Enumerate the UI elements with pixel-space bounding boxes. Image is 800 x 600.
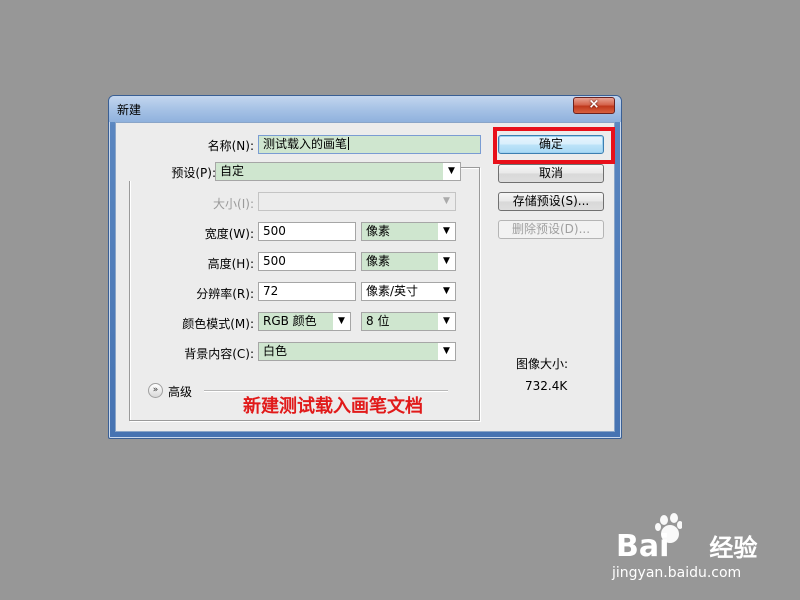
height-label: 高度(H): — [207, 257, 254, 271]
name-field[interactable]: 测试载入的画笔 — [258, 135, 481, 154]
width-label: 宽度(W): — [204, 227, 254, 241]
save-preset-button[interactable]: 存储预设(S)... — [498, 192, 604, 211]
bit-depth-value: 8 位 — [366, 314, 390, 328]
advanced-label[interactable]: 高级 — [168, 383, 192, 400]
preset-value: 自定 — [220, 164, 245, 178]
color-mode-label: 颜色模式(M): — [182, 317, 254, 331]
chevron-down-icon: ▼ — [333, 313, 350, 330]
watermark-brand-text: Bai — [616, 529, 670, 564]
chevron-down-icon: ▼ — [438, 343, 455, 360]
width-unit-value: 像素 — [366, 224, 391, 238]
width-unit-dropdown[interactable]: 像素 ▼ — [361, 222, 456, 241]
background-contents-value: 白色 — [263, 344, 288, 358]
resolution-unit-dropdown[interactable]: 像素/英寸 ▼ — [361, 282, 456, 301]
preset-dropdown[interactable]: 自定 ▼ — [215, 162, 461, 181]
chevron-down-icon: ▼ — [438, 253, 455, 270]
name-label: 名称(N): — [207, 139, 254, 153]
preset-label: 预设(P): — [116, 164, 216, 181]
resolution-input[interactable]: 72 — [258, 282, 356, 301]
watermark-url: jingyan.baidu.com — [612, 565, 742, 581]
bit-depth-dropdown[interactable]: 8 位 ▼ — [361, 312, 456, 331]
background-contents-label: 背景内容(C): — [184, 347, 254, 361]
size-dropdown: ▼ — [258, 192, 456, 211]
color-mode-value: RGB 颜色 — [263, 314, 317, 328]
height-input[interactable]: 500 — [258, 252, 356, 271]
close-button[interactable]: × — [573, 97, 615, 114]
title-bar[interactable]: 新建 × — [109, 96, 621, 122]
delete-preset-button: 删除预设(D)... — [498, 220, 604, 239]
color-mode-dropdown[interactable]: RGB 颜色 ▼ — [258, 312, 351, 331]
resolution-label: 分辨率(R): — [196, 287, 254, 301]
annotation-text: 新建测试载入画笔文档 — [243, 396, 423, 417]
chevron-down-icon: ▼ — [438, 283, 455, 300]
size-label: 大小(I): — [213, 197, 254, 211]
expand-advanced-icon[interactable]: » — [148, 383, 163, 398]
dialog-client-area: 名称(N): 测试载入的画笔 预设(P): 自定 ▼ 大小(I): ▼ 宽度(W… — [115, 122, 615, 432]
resolution-unit-value: 像素/英寸 — [366, 284, 419, 298]
watermark-brand: Bai 经验 — [616, 528, 757, 564]
chevron-down-icon: ▼ — [443, 163, 460, 180]
watermark-brand-suffix: 经验 — [709, 534, 758, 562]
height-unit-dropdown[interactable]: 像素 ▼ — [361, 252, 456, 271]
chevron-down-icon: ▼ — [438, 223, 455, 240]
chevron-down-icon: ▼ — [438, 313, 455, 330]
close-icon: × — [588, 97, 600, 112]
desktop-background: 新建 × 名称(N): 测试载入的画笔 预设(P): 自定 ▼ 大小(I): ▼… — [0, 0, 800, 600]
text-caret — [348, 137, 350, 150]
dialog-title: 新建 — [117, 103, 142, 117]
image-size-label: 图像大小: — [516, 357, 569, 371]
image-size-value: 732.4K — [525, 379, 568, 393]
width-input[interactable]: 500 — [258, 222, 356, 241]
background-contents-dropdown[interactable]: 白色 ▼ — [258, 342, 456, 361]
height-unit-value: 像素 — [366, 254, 391, 268]
cancel-button[interactable]: 取消 — [498, 164, 604, 183]
chevron-down-icon: ▼ — [438, 193, 455, 210]
ok-highlight-box — [493, 127, 615, 164]
name-field-value: 测试载入的画笔 — [263, 137, 348, 151]
